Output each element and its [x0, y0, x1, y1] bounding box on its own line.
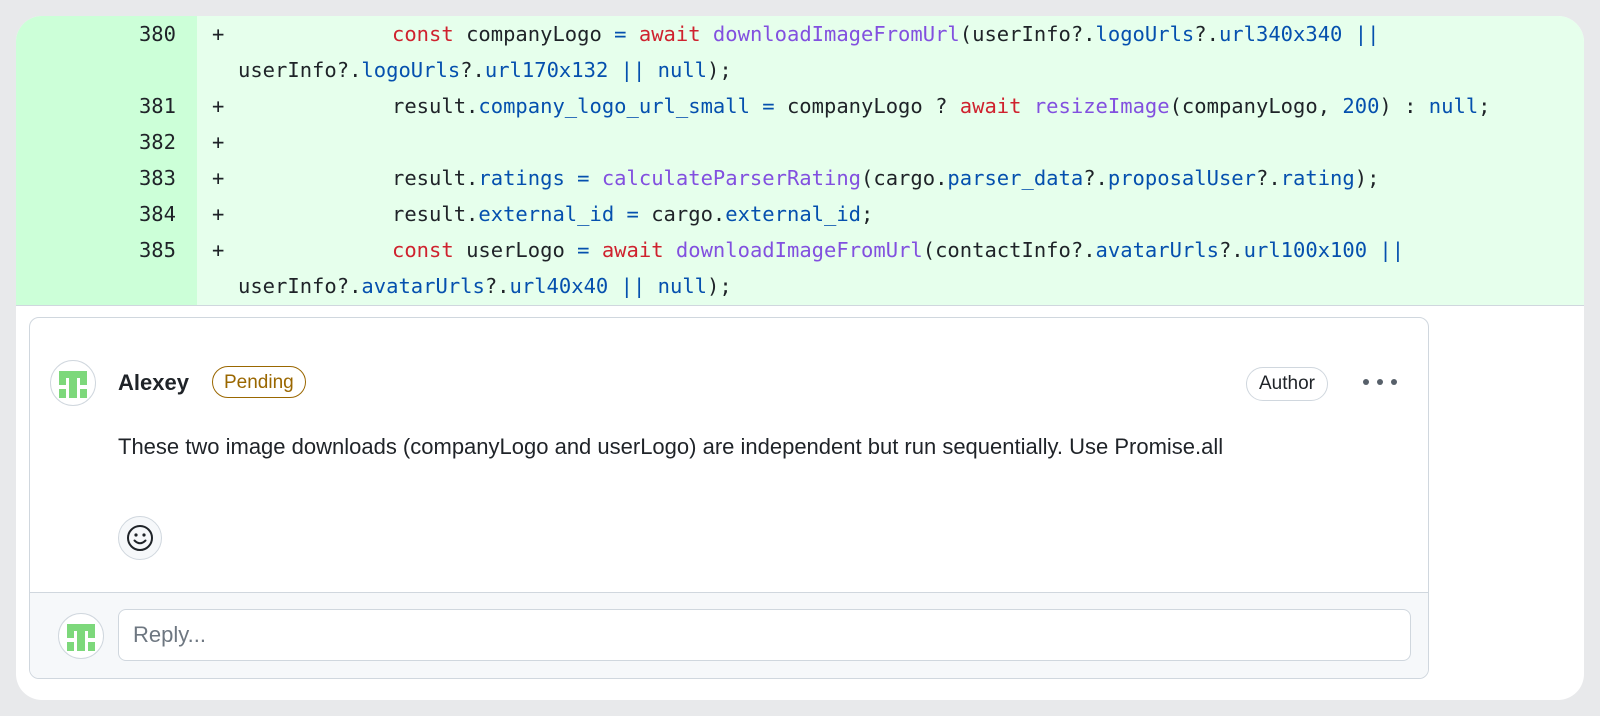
code-token: = — [614, 22, 639, 46]
code-token: companyLogo ? — [786, 94, 960, 118]
added-marker: + — [212, 166, 225, 190]
added-marker: + — [212, 94, 225, 118]
code-token: company_logo_url_small = — [478, 94, 787, 118]
code-token: downloadImageFromUrl — [675, 238, 923, 262]
diff-hunk: 380 + const companyLogo = await downloadIm… — [16, 16, 1584, 305]
pending-badge: Pending — [212, 366, 306, 398]
code-text: result.external_id = cargo.external_id; — [392, 196, 873, 232]
code-token: cargo. — [651, 202, 726, 226]
code-text: result.company_logo_url_small = companyL… — [392, 88, 1491, 124]
line-number[interactable]: 385 — [16, 232, 176, 268]
added-marker: + — [212, 130, 225, 154]
line-number[interactable]: 382 — [16, 124, 176, 160]
code-text: result.ratings = calculateParserRating(c… — [392, 160, 1379, 196]
code-token: ) : — [1379, 94, 1429, 118]
code-token: ratings = — [478, 166, 602, 190]
added-marker: + — [212, 22, 225, 46]
code-token: url170x132 || null — [484, 58, 708, 82]
code-text: const userLogo = await downloadImageFrom… — [392, 232, 1404, 268]
code-token: ; — [1478, 94, 1491, 118]
code-token: const — [392, 238, 467, 262]
code-token: result. — [392, 202, 479, 226]
line-number[interactable]: 380 — [16, 16, 176, 52]
code-token: (userInfo?. — [959, 22, 1096, 46]
code-token: ?. — [1255, 166, 1281, 190]
code-token: url100x100 || — [1243, 238, 1405, 262]
code-token: null — [1428, 94, 1479, 118]
code-token: ?. — [1083, 166, 1108, 190]
code-token: resizeImage — [1033, 94, 1170, 118]
code-token: (cargo. — [861, 166, 948, 190]
comment-body: These two image downloads (companyLogo a… — [118, 434, 1224, 459]
code-token: await — [601, 238, 676, 262]
identicon-avatar-icon — [67, 624, 95, 651]
reply-bar — [30, 592, 1428, 678]
code-token: ?. — [484, 274, 510, 298]
code-token: downloadImageFromUrl — [712, 22, 960, 46]
code-token: ); — [1354, 166, 1380, 190]
code-token: userInfo?. — [238, 274, 362, 298]
smiley-icon — [127, 525, 153, 551]
code-token: avatarUrls — [1095, 238, 1219, 262]
code-token: companyLogo — [466, 22, 615, 46]
code-token: ); — [707, 58, 732, 82]
author-badge: Author — [1246, 367, 1328, 401]
code-text: const companyLogo = await downloadImageF… — [392, 16, 1379, 52]
comment-author[interactable]: Alexey — [118, 370, 189, 396]
code-token: result. — [392, 94, 479, 118]
code-token: 200 — [1342, 94, 1380, 118]
line-number[interactable]: 381 — [16, 88, 176, 124]
code-token: url40x40 || null — [509, 274, 708, 298]
add-reaction-button[interactable] — [118, 516, 162, 560]
code-token: userLogo — [466, 238, 578, 262]
code-token: ); — [707, 274, 732, 298]
code-token: (companyLogo, — [1169, 94, 1343, 118]
code-text: userInfo?.avatarUrls?.url40x40 || null); — [238, 268, 732, 304]
comment-thread: Alexey Pending Author These two image do… — [29, 317, 1429, 679]
code-token: userInfo?. — [238, 58, 362, 82]
code-token: external_id = — [478, 202, 652, 226]
code-token: logoUrls — [361, 58, 461, 82]
code-token: result. — [392, 166, 479, 190]
code-token: logoUrls — [1095, 22, 1195, 46]
kebab-horizontal-icon[interactable] — [1360, 370, 1400, 394]
identicon-avatar-icon — [59, 371, 87, 398]
diff-divider — [16, 305, 1584, 306]
code-token: ?. — [1218, 238, 1244, 262]
code-text: userInfo?.logoUrls?.url170x132 || null); — [238, 52, 732, 88]
code-token: ?. — [460, 58, 485, 82]
code-token: rating — [1280, 166, 1355, 190]
code-token: proposalUser — [1107, 166, 1256, 190]
added-marker: + — [212, 238, 225, 262]
code-token: (contactInfo?. — [922, 238, 1096, 262]
code-token: external_id — [725, 202, 862, 226]
code-token: const — [392, 22, 467, 46]
code-token: ?. — [1194, 22, 1219, 46]
code-token: await — [959, 94, 1034, 118]
code-token: await — [638, 22, 713, 46]
code-token: calculateParserRating — [601, 166, 862, 190]
reply-input[interactable] — [118, 609, 1411, 661]
code-token: avatarUrls — [361, 274, 485, 298]
reply-avatar — [58, 613, 104, 659]
code-token: url340x340 || — [1218, 22, 1380, 46]
added-marker: + — [212, 202, 225, 226]
code-token: = — [577, 238, 602, 262]
code-token: ; — [861, 202, 874, 226]
line-number[interactable]: 383 — [16, 160, 176, 196]
avatar[interactable] — [50, 360, 96, 406]
line-number[interactable]: 384 — [16, 196, 176, 232]
review-card: 380 + const companyLogo = await downloadIm… — [16, 16, 1584, 700]
code-token: parser_data — [947, 166, 1084, 190]
